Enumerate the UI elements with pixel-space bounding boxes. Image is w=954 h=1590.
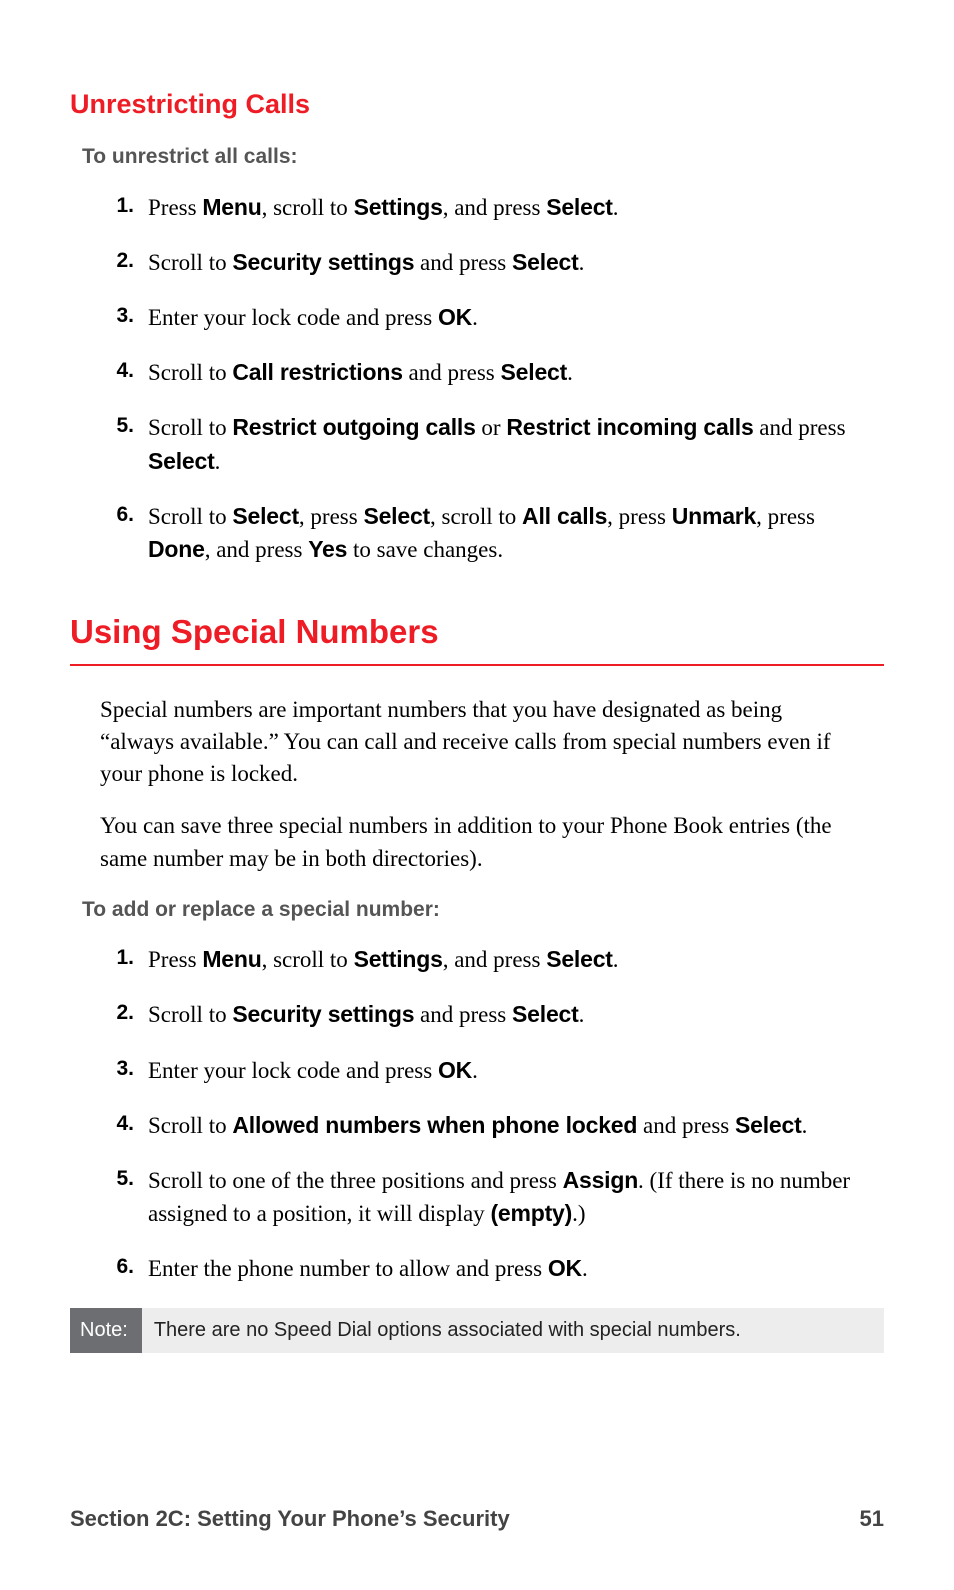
step-number: 3.: [100, 301, 134, 330]
page: Unrestricting Calls To unrestrict all ca…: [0, 0, 954, 1590]
bold-term: Assign: [563, 1167, 638, 1193]
step-item: 3.Enter your lock code and press OK.: [100, 301, 854, 334]
special-numbers-para-1: Special numbers are important numbers th…: [100, 694, 854, 791]
step-item: 5.Scroll to Restrict outgoing calls or R…: [100, 411, 854, 477]
footer-section-title: Section 2C: Setting Your Phone’s Securit…: [70, 1503, 510, 1535]
step-item: 4.Scroll to Allowed numbers when phone l…: [100, 1109, 854, 1142]
bold-term: (empty): [490, 1200, 572, 1226]
step-number: 6.: [100, 1252, 134, 1281]
step-number: 6.: [100, 500, 134, 529]
steps-unrestricting: 1.Press Menu, scroll to Settings, and pr…: [100, 191, 854, 567]
bold-term: Select: [501, 359, 568, 385]
step-item: 1.Press Menu, scroll to Settings, and pr…: [100, 943, 854, 976]
step-number: 5.: [100, 411, 134, 440]
page-footer: Section 2C: Setting Your Phone’s Securit…: [70, 1503, 884, 1535]
bold-term: Select: [148, 448, 215, 474]
bold-term: Restrict outgoing calls: [232, 414, 475, 440]
heading-using-special-numbers: Using Special Numbers: [70, 608, 884, 664]
step-number: 2.: [100, 246, 134, 275]
bold-term: Settings: [354, 946, 443, 972]
lead-add-special-number: To add or replace a special number:: [82, 895, 884, 925]
bold-term: Select: [363, 503, 430, 529]
bold-term: Yes: [308, 536, 347, 562]
bold-term: Select: [546, 946, 613, 972]
step-item: 3.Enter your lock code and press OK.: [100, 1054, 854, 1087]
step-item: 1.Press Menu, scroll to Settings, and pr…: [100, 191, 854, 224]
bold-term: Menu: [202, 946, 261, 972]
bold-term: OK: [548, 1255, 582, 1281]
note-label: Note:: [70, 1308, 142, 1353]
bold-term: OK: [438, 1057, 472, 1083]
bold-term: Done: [148, 536, 205, 562]
bold-term: OK: [438, 304, 472, 330]
step-number: 4.: [100, 356, 134, 385]
step-number: 1.: [100, 943, 134, 972]
step-item: 4.Scroll to Call restrictions and press …: [100, 356, 854, 389]
bold-term: All calls: [522, 503, 607, 529]
bold-term: Menu: [202, 194, 261, 220]
lead-unrestrict-all-calls: To unrestrict all calls:: [82, 142, 884, 172]
heading-rule: [70, 664, 884, 666]
heading-unrestricting-calls: Unrestricting Calls: [70, 85, 884, 124]
step-item: 2.Scroll to Security settings and press …: [100, 246, 854, 279]
bold-term: Call restrictions: [232, 359, 402, 385]
step-number: 1.: [100, 191, 134, 220]
note-box: Note: There are no Speed Dial options as…: [70, 1308, 884, 1353]
bold-term: Select: [546, 194, 613, 220]
bold-term: Select: [735, 1112, 802, 1138]
bold-term: Security settings: [232, 249, 414, 275]
note-text: There are no Speed Dial options associat…: [142, 1308, 884, 1353]
bold-term: Unmark: [672, 503, 756, 529]
step-item: 6.Enter the phone number to allow and pr…: [100, 1252, 854, 1285]
step-item: 2.Scroll to Security settings and press …: [100, 998, 854, 1031]
bold-term: Allowed numbers when phone locked: [232, 1112, 637, 1138]
footer-page-number: 51: [860, 1503, 884, 1535]
steps-special-numbers: 1.Press Menu, scroll to Settings, and pr…: [100, 943, 854, 1285]
bold-term: Select: [512, 249, 579, 275]
step-item: 6.Scroll to Select, press Select, scroll…: [100, 500, 854, 566]
bold-term: Settings: [354, 194, 443, 220]
step-number: 2.: [100, 998, 134, 1027]
step-number: 5.: [100, 1164, 134, 1193]
step-number: 3.: [100, 1054, 134, 1083]
bold-term: Select: [232, 503, 299, 529]
step-number: 4.: [100, 1109, 134, 1138]
bold-term: Select: [512, 1001, 579, 1027]
bold-term: Restrict incoming calls: [506, 414, 753, 440]
step-item: 5.Scroll to one of the three positions a…: [100, 1164, 854, 1230]
special-numbers-para-2: You can save three special numbers in ad…: [100, 810, 854, 874]
bold-term: Security settings: [232, 1001, 414, 1027]
